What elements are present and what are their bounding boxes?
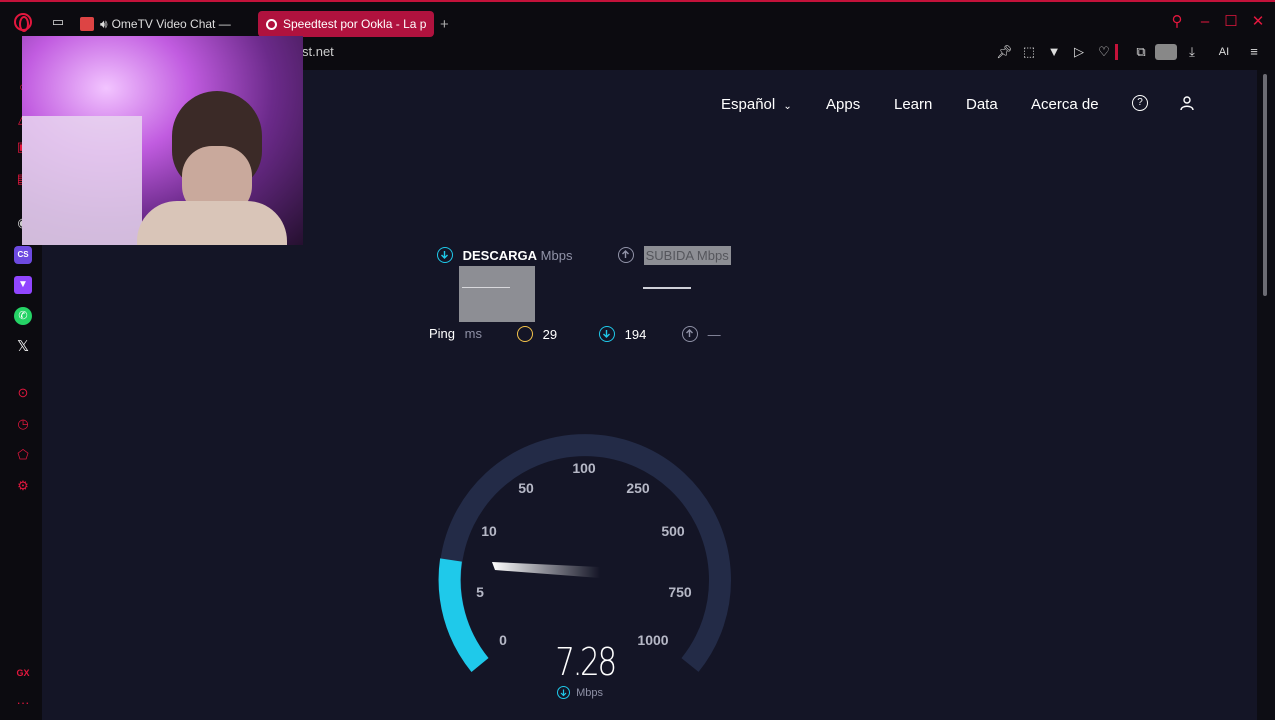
snapshot-icon[interactable]: ⬚ <box>1021 44 1037 60</box>
profile-avatar[interactable] <box>1155 44 1177 60</box>
tab-label: OmeTV Video Chat — <box>111 17 231 31</box>
new-tab-button[interactable]: + <box>440 11 449 37</box>
calendar-icon <box>80 17 94 31</box>
minimize-icon[interactable]: – <box>1197 14 1213 30</box>
webcam-overlay <box>22 36 303 245</box>
search-tabs-icon[interactable]: ⚲ <box>1169 14 1185 30</box>
more-icon[interactable]: ··· <box>14 694 32 712</box>
gx-label: GX <box>16 668 30 678</box>
tick-label: 0 <box>499 632 507 648</box>
ping-upload: — <box>682 326 721 342</box>
opera-logo-icon[interactable] <box>14 13 32 32</box>
ping-label-row: Ping ms <box>429 326 482 341</box>
extensions-sidebar-icon[interactable]: ⬠ <box>14 446 32 464</box>
ping-down-icon <box>599 326 615 342</box>
upload-arrow-icon <box>618 247 634 263</box>
x-twitter-icon[interactable]: 𝕏 <box>14 338 32 356</box>
help-icon[interactable]: ? <box>1132 95 1148 111</box>
download-placeholder-dash <box>462 287 510 288</box>
close-icon[interactable]: ✕ <box>1250 14 1266 30</box>
user-icon[interactable] <box>1179 95 1195 111</box>
play-icon[interactable]: ▷ <box>1071 44 1087 60</box>
tab-label: Speedtest por Ookla - La p <box>283 17 427 31</box>
download-mini-icon <box>557 686 570 699</box>
ping-up-icon <box>682 326 698 342</box>
divider <box>1115 44 1118 60</box>
tick-label: 750 <box>668 584 692 600</box>
cs-label: CS <box>17 250 29 259</box>
tick-label: 250 <box>626 480 650 496</box>
extensions-icon[interactable]: ⧉ <box>1133 44 1149 60</box>
speed-unit: Mbps <box>557 686 603 699</box>
language-label: Español <box>721 96 776 113</box>
tick-label: 500 <box>661 523 685 539</box>
nav-apps[interactable]: Apps <box>826 96 860 113</box>
menu-icon[interactable]: ≡ <box>1246 44 1262 60</box>
nav-about[interactable]: Acerca de <box>1031 96 1099 113</box>
heart-icon[interactable]: ♡ <box>1096 44 1112 60</box>
download-unit: Mbps <box>540 248 573 263</box>
download-label: DESCARGA <box>462 248 538 263</box>
ping-label: Ping <box>429 326 456 341</box>
tab-overview-icon[interactable]: ▭ <box>50 14 66 30</box>
cs-icon[interactable]: CS <box>14 246 32 264</box>
tick-label: 50 <box>518 480 534 496</box>
gx-logo[interactable]: GX <box>14 664 32 682</box>
language-selector[interactable]: Español ⌄ <box>721 96 792 113</box>
ai-label: AI <box>1218 46 1230 58</box>
scrollbar-thumb[interactable] <box>1263 74 1267 296</box>
maximize-icon[interactable]: ☐ <box>1223 14 1239 30</box>
ping-down-value: 194 <box>624 327 647 342</box>
aria-ai-button[interactable]: AI <box>1210 44 1238 60</box>
upload-header: SUBIDA Mbps <box>618 246 731 265</box>
pin-icon[interactable]: 📌︎ <box>996 44 1013 60</box>
upload-placeholder-dash <box>643 287 691 289</box>
upload-label: SUBIDA Mbps <box>643 246 731 265</box>
tick-label: 100 <box>572 460 596 476</box>
download-arrow-icon <box>437 247 453 263</box>
tab-ometv[interactable]: 🔊︎ OmeTV Video Chat — <box>80 11 250 37</box>
ping-idle: 29 <box>517 326 557 342</box>
speedtest-icon <box>266 18 277 30</box>
speed-unit-label: Mbps <box>576 687 603 699</box>
whatsapp-icon[interactable]: ✆ <box>14 307 32 325</box>
pocket-icon[interactable]: ▼ <box>1046 44 1062 60</box>
tick-label: 1000 <box>637 632 668 648</box>
ping-idle-value: 29 <box>542 327 558 342</box>
ping-unit: ms <box>464 326 482 341</box>
nav-data[interactable]: Data <box>966 96 998 113</box>
tick-label: 5 <box>476 584 484 600</box>
speaker-icon[interactable]: 🔊︎ <box>100 17 108 32</box>
twitch-icon[interactable]: ▼ <box>14 276 32 294</box>
tick-label: 10 <box>481 523 497 539</box>
play-circle-icon[interactable]: ⊙ <box>14 384 32 402</box>
tab-bar: ▭ 🔊︎ OmeTV Video Chat — Speedtest por Oo… <box>0 0 1275 40</box>
ping-up-value: — <box>707 327 721 342</box>
tab-speedtest[interactable]: Speedtest por Ookla - La p <box>258 11 434 37</box>
download-value-box <box>459 266 535 322</box>
chevron-down-icon: ⌄ <box>783 101 792 112</box>
nav-learn[interactable]: Learn <box>894 96 932 113</box>
history-icon[interactable]: ◷ <box>14 415 32 433</box>
download-icon[interactable]: ⤓ <box>1184 44 1200 60</box>
ping-idle-icon <box>517 326 533 342</box>
current-speed: 7.28 <box>555 640 617 684</box>
download-header: DESCARGA Mbps <box>437 247 572 263</box>
url-field[interactable]: st.net <box>302 44 334 59</box>
ping-download: 194 <box>599 326 646 342</box>
settings-icon[interactable]: ⚙ <box>14 477 32 495</box>
